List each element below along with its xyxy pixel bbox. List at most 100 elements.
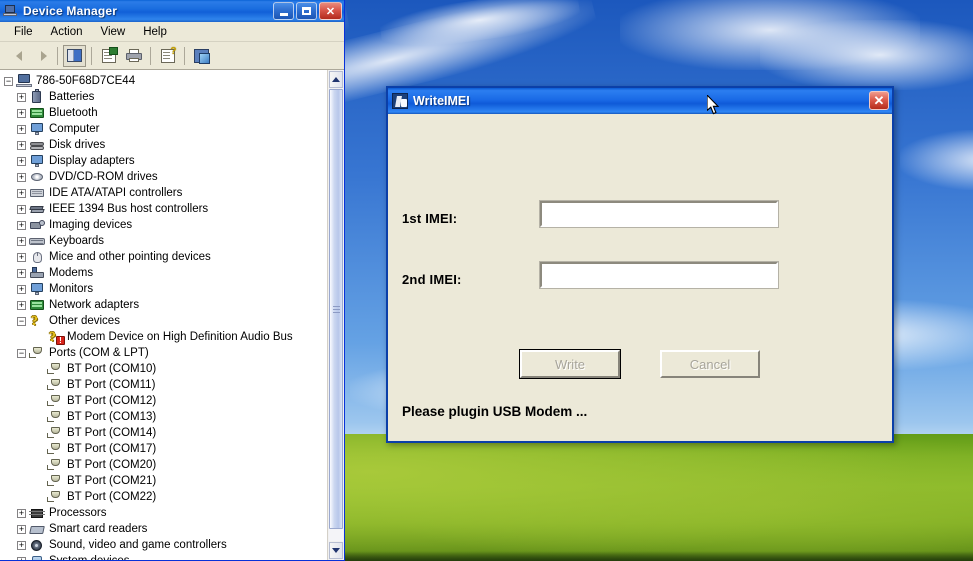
tree-item[interactable]: + Computer [4,121,327,137]
tree-item[interactable]: + Monitors [4,281,327,297]
tree-item[interactable]: + Processors [4,505,327,521]
maximize-button[interactable] [296,2,317,20]
close-button[interactable]: ✕ [319,2,342,20]
device-manager-window[interactable]: Device Manager ✕ File Action View Help ?… [0,0,345,561]
device-tree-panel[interactable]: − 786-50F68D7CE44 + Batteries + Bluetooth + Com… [0,70,344,560]
tree-item[interactable]: + Network adapters [4,297,327,313]
scan-hardware-changes-button[interactable] [190,45,213,67]
expand-icon[interactable]: + [17,508,26,518]
tree-item[interactable]: BT Port (COM20) [4,457,327,473]
toolbar-separator [91,46,92,65]
tree-item-label: System devices [49,555,130,560]
menu-view[interactable]: View [92,24,135,40]
collapse-icon[interactable]: − [17,316,26,326]
scroll-up-button[interactable] [329,71,343,88]
print-button[interactable] [122,45,145,67]
tree-item-label: BT Port (COM17) [67,443,157,455]
tree-item[interactable]: + Modems [4,265,327,281]
tree-item[interactable]: BT Port (COM12) [4,393,327,409]
expand-icon[interactable]: + [17,220,26,230]
tree-item[interactable]: + Smart card readers [4,521,327,537]
collapse-icon[interactable]: − [17,348,26,358]
tree-item[interactable]: BT Port (COM10) [4,361,327,377]
tree-item[interactable]: + IEEE 1394 Bus host controllers [4,201,327,217]
show-hide-tree-button[interactable] [63,44,86,67]
back-button[interactable] [4,45,27,67]
expand-icon[interactable]: + [17,284,26,294]
writeimei-close-button[interactable]: ✕ [869,91,889,110]
expand-icon[interactable]: + [17,172,26,182]
tree-item[interactable]: + Keyboards [4,233,327,249]
menu-bar[interactable]: File Action View Help [0,22,344,42]
tree-item[interactable]: − Ports (COM & LPT) [4,345,327,361]
tree-item[interactable]: + Sound, video and game controllers [4,537,327,553]
device-tree[interactable]: − 786-50F68D7CE44 + Batteries + Bluetooth + Com… [0,70,327,560]
tree-item[interactable]: −? Other devices [4,313,327,329]
expand-icon[interactable]: + [17,204,26,214]
tree-item[interactable]: BT Port (COM21) [4,473,327,489]
collapse-icon[interactable]: − [4,76,13,86]
vertical-scrollbar[interactable] [327,70,344,560]
toolbar-separator [150,46,151,65]
writeimei-dialog[interactable]: WriteIMEI ✕ 1st IMEI: 2nd IMEI: Write Ca… [386,86,894,443]
expand-icon[interactable]: + [17,108,26,118]
warning-badge-icon: ! [56,335,65,345]
chevron-down-icon [332,548,340,553]
show-hide-tree-icon [67,49,82,62]
tree-item[interactable]: BT Port (COM13) [4,409,327,425]
monitor-icon [29,122,46,137]
tree-item[interactable]: + DVD/CD-ROM drives [4,169,327,185]
computer-icon [16,73,33,89]
expand-icon[interactable]: + [17,156,26,166]
properties-button[interactable] [97,45,120,67]
expand-icon[interactable]: + [17,188,26,198]
second-imei-input[interactable] [539,261,779,289]
minimize-button[interactable] [273,2,294,20]
tree-item[interactable]: − 786-50F68D7CE44 [4,73,327,89]
tree-item-label: Display adapters [49,155,135,167]
tree-item[interactable]: + Imaging devices [4,217,327,233]
toolbar[interactable] [0,42,344,70]
tree-item[interactable]: ?! Modem Device on High Definition Audio … [4,329,327,345]
menu-help[interactable]: Help [134,24,176,40]
scrollbar-thumb[interactable] [329,89,343,529]
writeimei-title: WriteIMEI [413,94,470,108]
expand-icon[interactable]: + [17,236,26,246]
expand-icon[interactable]: + [17,540,26,550]
tree-item[interactable]: BT Port (COM14) [4,425,327,441]
menu-file[interactable]: File [5,24,42,40]
expand-icon[interactable]: + [17,556,26,560]
question-mark-icon: ? [31,313,38,329]
tree-item[interactable]: + Batteries [4,88,327,105]
write-button[interactable]: Write [519,349,621,379]
expand-icon[interactable]: + [17,92,26,102]
tree-item[interactable]: BT Port (COM22) [4,489,327,505]
device-manager-titlebar[interactable]: Device Manager ✕ [0,0,344,22]
expand-icon[interactable]: + [17,124,26,134]
menu-action[interactable]: Action [42,24,92,40]
display-icon [29,154,46,169]
writeimei-titlebar[interactable]: WriteIMEI ✕ [388,88,892,114]
cancel-button[interactable]: Cancel [660,350,760,378]
tree-item[interactable]: + Bluetooth [4,105,327,121]
tree-item[interactable]: BT Port (COM17) [4,441,327,457]
scroll-down-button[interactable] [329,542,343,559]
chevron-up-icon [332,77,340,82]
first-imei-input[interactable] [539,200,779,228]
expand-icon[interactable]: + [17,252,26,262]
help-properties-button[interactable] [156,45,179,67]
expand-icon[interactable]: + [17,140,26,150]
sound-icon [29,538,46,553]
scrollbar-track[interactable] [329,89,343,541]
port-icon [47,474,64,489]
expand-icon[interactable]: + [17,268,26,278]
tree-item[interactable]: BT Port (COM11) [4,377,327,393]
forward-button[interactable] [29,45,52,67]
tree-item[interactable]: + Disk drives [4,137,327,153]
tree-item[interactable]: + System devices [4,553,327,560]
tree-item[interactable]: + Mice and other pointing devices [4,249,327,265]
tree-item[interactable]: + IDE ATA/ATAPI controllers [4,185,327,201]
expand-icon[interactable]: + [17,300,26,310]
tree-item[interactable]: + Display adapters [4,153,327,169]
expand-icon[interactable]: + [17,524,26,534]
